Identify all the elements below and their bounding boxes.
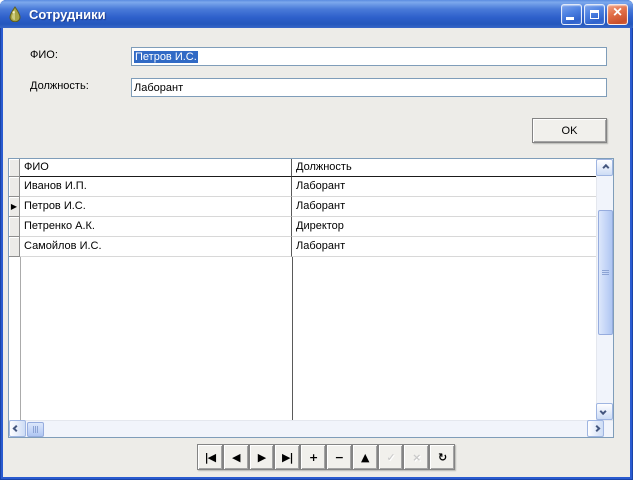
db-navigator: |◀◀▶▶|+−▲✓×↻ bbox=[197, 444, 455, 470]
fio-input[interactable]: Петров И.С. bbox=[131, 47, 607, 66]
position-text: Лаборант bbox=[134, 82, 183, 94]
scroll-right-button[interactable] bbox=[587, 420, 604, 437]
table-row[interactable]: ▶Петров И.С.Лаборант bbox=[9, 197, 596, 217]
chevron-right-icon bbox=[593, 425, 600, 432]
employees-grid[interactable]: ФИО Должность Иванов И.П.Лаборант▶Петров… bbox=[8, 158, 614, 438]
title-bar[interactable]: Сотрудники × bbox=[0, 0, 633, 28]
vertical-scroll-thumb[interactable] bbox=[598, 210, 613, 335]
scroll-left-button[interactable] bbox=[9, 420, 26, 437]
vertical-scrollbar[interactable] bbox=[596, 159, 613, 420]
cell-fio[interactable]: Петров И.С. bbox=[20, 197, 292, 217]
nav-first-button[interactable]: |◀ bbox=[197, 444, 223, 470]
chevron-down-icon bbox=[600, 408, 607, 415]
cell-fio[interactable]: Самойлов И.С. bbox=[20, 237, 292, 257]
row-indicator bbox=[9, 177, 20, 197]
dialog-client-area: ФИО: Петров И.С. Должность: Лаборант OK … bbox=[3, 28, 630, 477]
current-row-indicator: ▶ bbox=[9, 197, 20, 217]
nav-insert-button[interactable]: + bbox=[300, 444, 326, 470]
nav-prior-button[interactable]: ◀ bbox=[223, 444, 249, 470]
close-icon: × bbox=[613, 5, 622, 21]
position-input[interactable]: Лаборант bbox=[131, 78, 607, 97]
maximize-icon bbox=[590, 10, 599, 19]
horizontal-scroll-thumb[interactable] bbox=[27, 422, 44, 437]
scroll-down-button[interactable] bbox=[596, 403, 613, 420]
cell-fio[interactable]: Иванов И.П. bbox=[20, 177, 292, 197]
scroll-up-button[interactable] bbox=[596, 159, 613, 176]
row-indicator bbox=[9, 217, 20, 237]
column-header-position[interactable]: Должность bbox=[292, 159, 596, 177]
nav-refresh-button[interactable]: ↻ bbox=[429, 444, 455, 470]
column-header-fio[interactable]: ФИО bbox=[20, 159, 292, 177]
ok-button[interactable]: OK bbox=[532, 118, 607, 143]
grid-header-row: ФИО Должность bbox=[9, 159, 596, 177]
position-label: Должность: bbox=[30, 80, 89, 92]
cell-position[interactable]: Лаборант bbox=[292, 177, 596, 197]
table-row[interactable]: Иванов И.П.Лаборант bbox=[9, 177, 596, 197]
window-title: Сотрудники bbox=[29, 7, 559, 22]
cell-position[interactable]: Лаборант bbox=[292, 237, 596, 257]
row-indicator bbox=[9, 237, 20, 257]
maximize-button[interactable] bbox=[584, 4, 605, 25]
chevron-up-icon bbox=[602, 164, 609, 171]
nav-cancel-button: × bbox=[403, 444, 429, 470]
horizontal-scrollbar[interactable] bbox=[9, 420, 613, 437]
fio-label: ФИО: bbox=[30, 49, 58, 61]
table-row[interactable]: Петренко А.К.Директор bbox=[9, 217, 596, 237]
minimize-button[interactable] bbox=[561, 4, 582, 25]
nav-next-button[interactable]: ▶ bbox=[249, 444, 275, 470]
chevron-left-icon bbox=[13, 425, 20, 432]
nav-edit-button[interactable]: ▲ bbox=[352, 444, 378, 470]
cell-fio[interactable]: Петренко А.К. bbox=[20, 217, 292, 237]
cell-position[interactable]: Директор bbox=[292, 217, 596, 237]
droplet-icon bbox=[7, 6, 23, 22]
minimize-icon bbox=[566, 17, 574, 20]
app-window: Сотрудники × ФИО: Петров И.С. Должность:… bbox=[0, 0, 633, 480]
table-row[interactable]: Самойлов И.С.Лаборант bbox=[9, 237, 596, 257]
nav-post-button: ✓ bbox=[378, 444, 404, 470]
cell-position[interactable]: Лаборант bbox=[292, 197, 596, 217]
nav-last-button[interactable]: ▶| bbox=[274, 444, 300, 470]
nav-delete-button[interactable]: − bbox=[326, 444, 352, 470]
indicator-header-cell bbox=[9, 159, 20, 177]
grid-inner: ФИО Должность Иванов И.П.Лаборант▶Петров… bbox=[9, 159, 613, 437]
close-button[interactable]: × bbox=[607, 4, 628, 25]
fio-selected-text: Петров И.С. bbox=[134, 51, 198, 63]
